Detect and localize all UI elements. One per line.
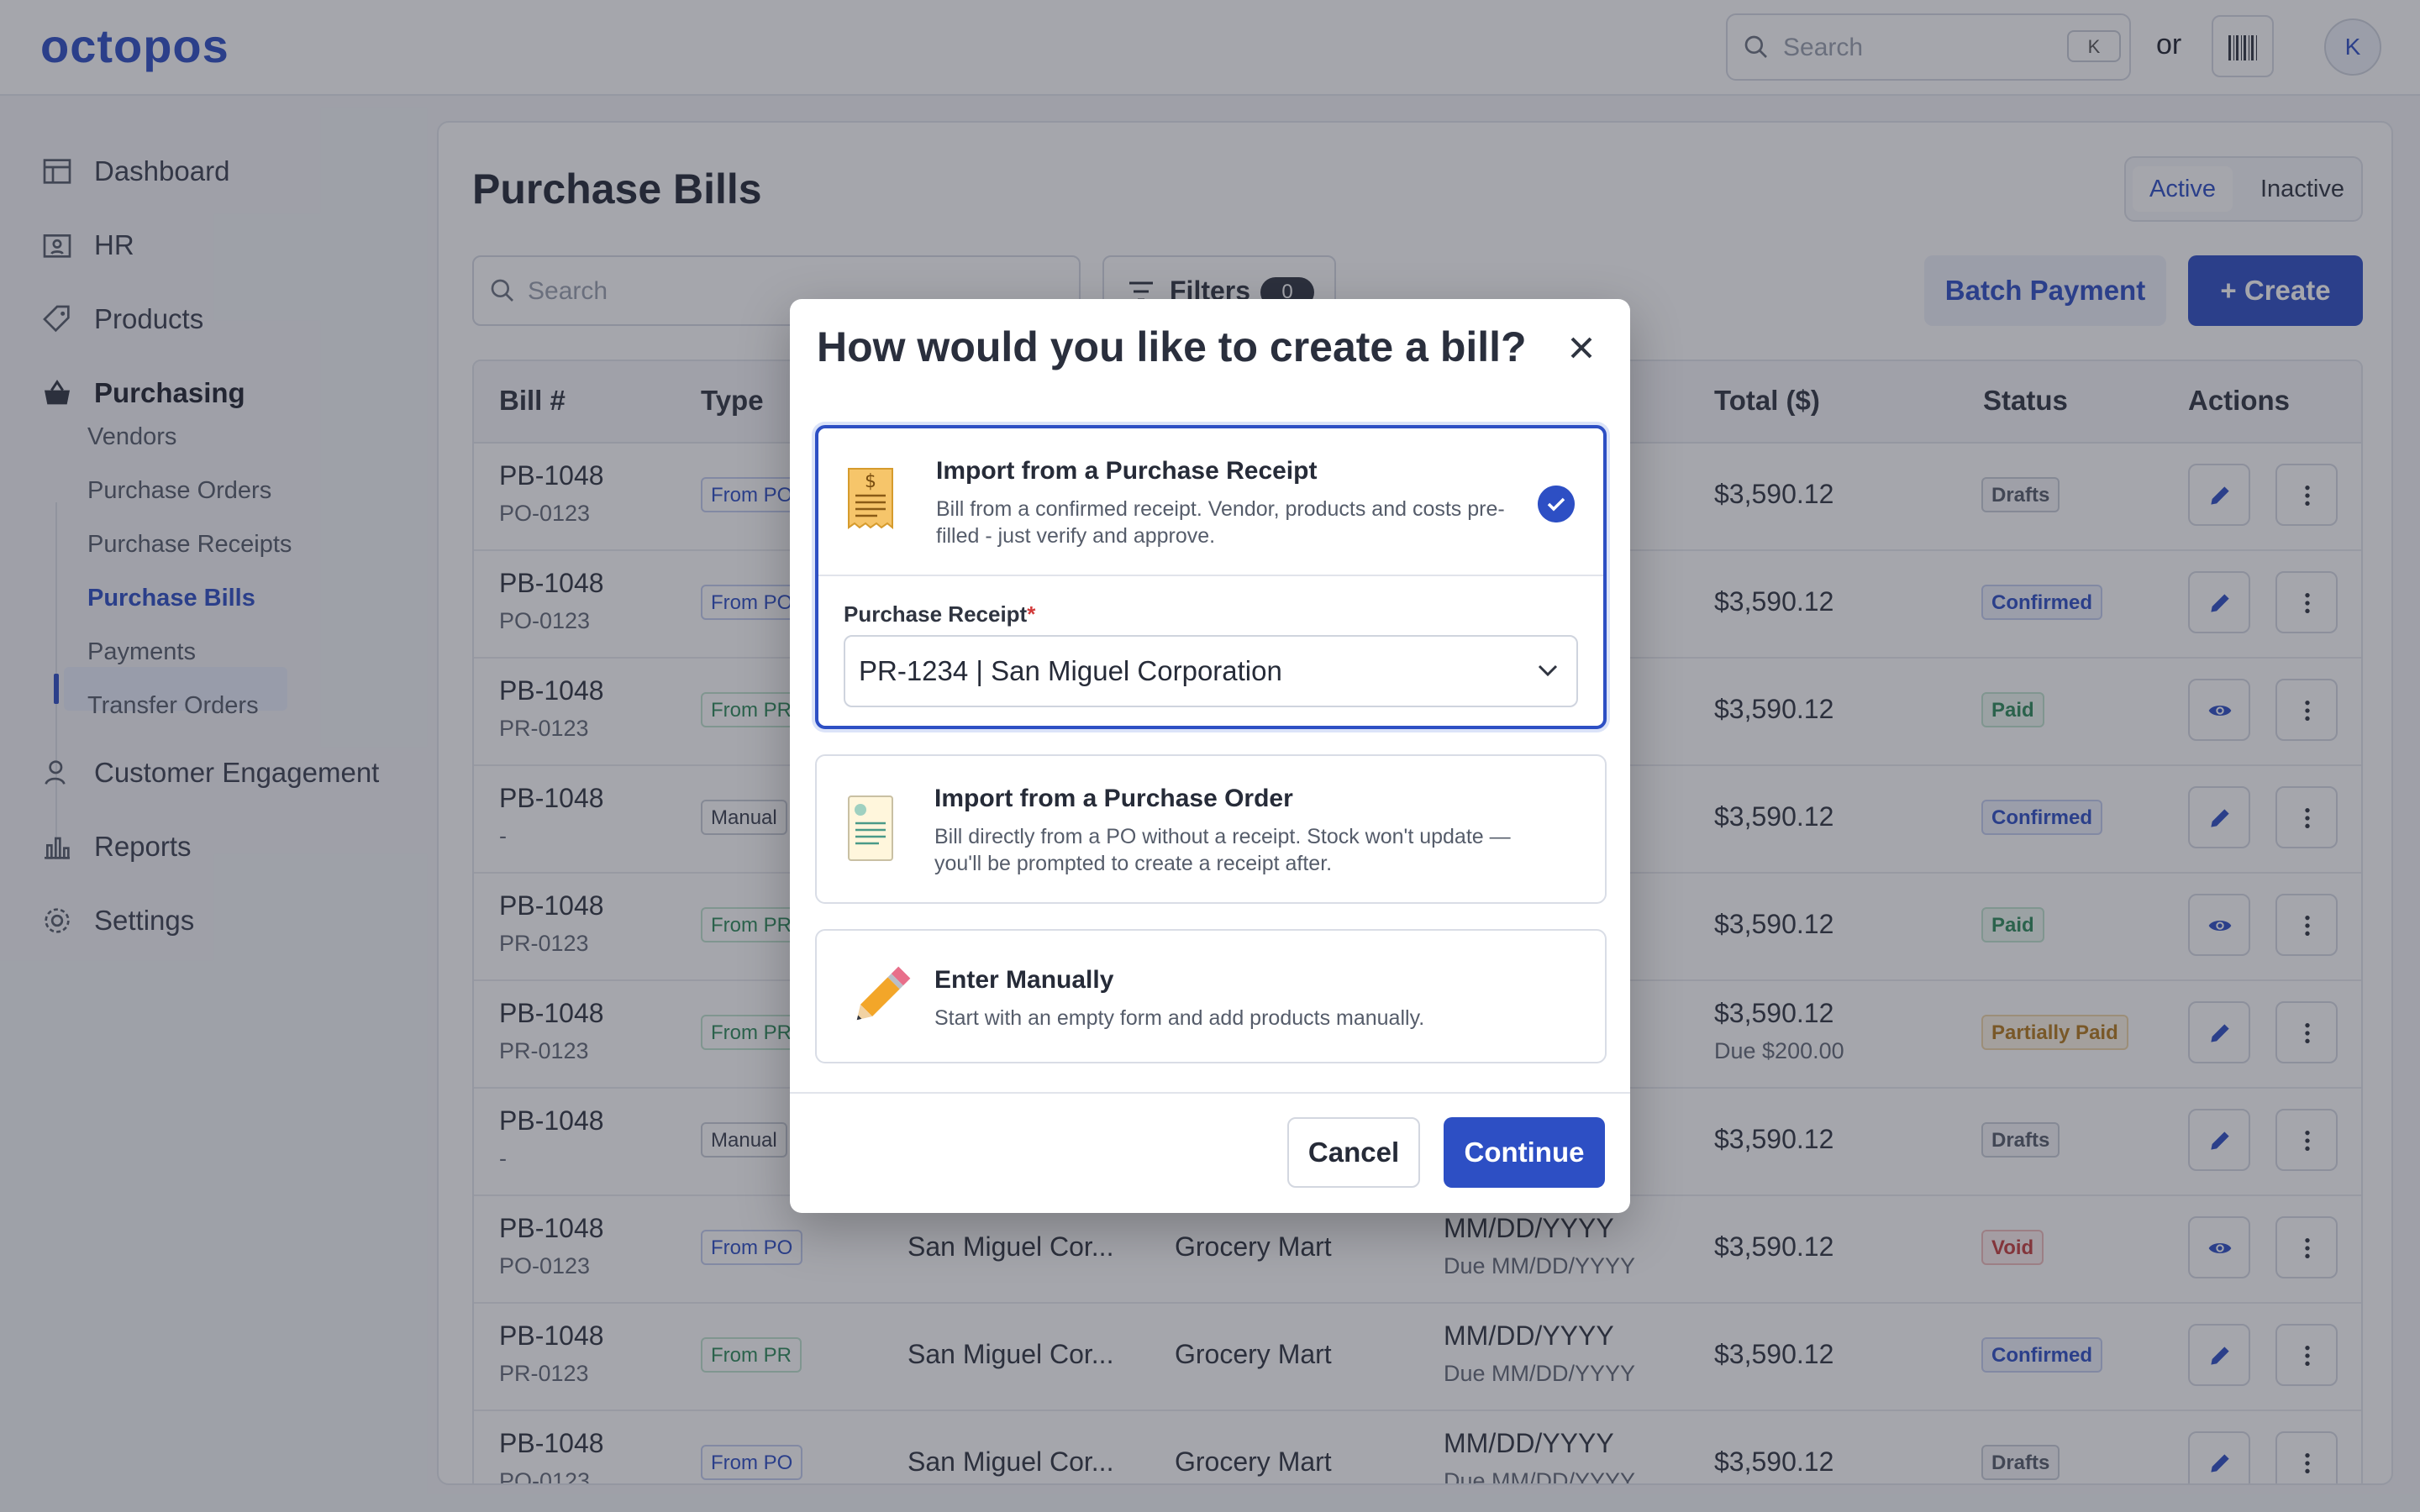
dialog-footer-divider: [790, 1092, 1630, 1094]
document-icon: [848, 795, 893, 861]
option-divider: [818, 575, 1603, 576]
option-description: Bill from a confirmed receipt. Vendor, p…: [936, 497, 1505, 548]
create-bill-dialog: How would you like to create a bill? $ I…: [790, 299, 1630, 1213]
option-import-receipt[interactable]: $ Import from a Purchase Receipt Bill fr…: [815, 425, 1607, 729]
dialog-title: How would you like to create a bill?: [817, 323, 1527, 370]
chevron-down-icon: [1538, 664, 1558, 677]
pencil-icon: [856, 966, 911, 1021]
close-icon[interactable]: [1563, 329, 1600, 366]
svg-text:$: $: [865, 471, 876, 492]
continue-button[interactable]: Continue: [1444, 1117, 1605, 1188]
option-description: Start with an empty form and add product…: [934, 1006, 1425, 1030]
purchase-receipt-select[interactable]: PR-1234 | San Miguel Corporation: [844, 635, 1578, 707]
option-enter-manually[interactable]: Enter Manually Start with an empty form …: [815, 929, 1607, 1063]
required-mark: *: [1027, 601, 1036, 627]
option-title: Enter Manually: [934, 966, 1114, 994]
option-title: Import from a Purchase Receipt: [936, 457, 1318, 485]
check-icon: [1538, 486, 1575, 522]
option-import-order[interactable]: Import from a Purchase Order Bill direct…: [815, 754, 1607, 904]
option-title: Import from a Purchase Order: [934, 785, 1293, 812]
option-description: Bill directly from a PO without a receip…: [934, 825, 1511, 875]
receipt-icon: $: [848, 468, 893, 530]
selected-receipt: PR-1234 | San Miguel Corporation: [859, 655, 1282, 686]
receipt-field-label: Purchase Receipt*: [844, 601, 1036, 627]
cancel-button[interactable]: Cancel: [1287, 1117, 1420, 1188]
